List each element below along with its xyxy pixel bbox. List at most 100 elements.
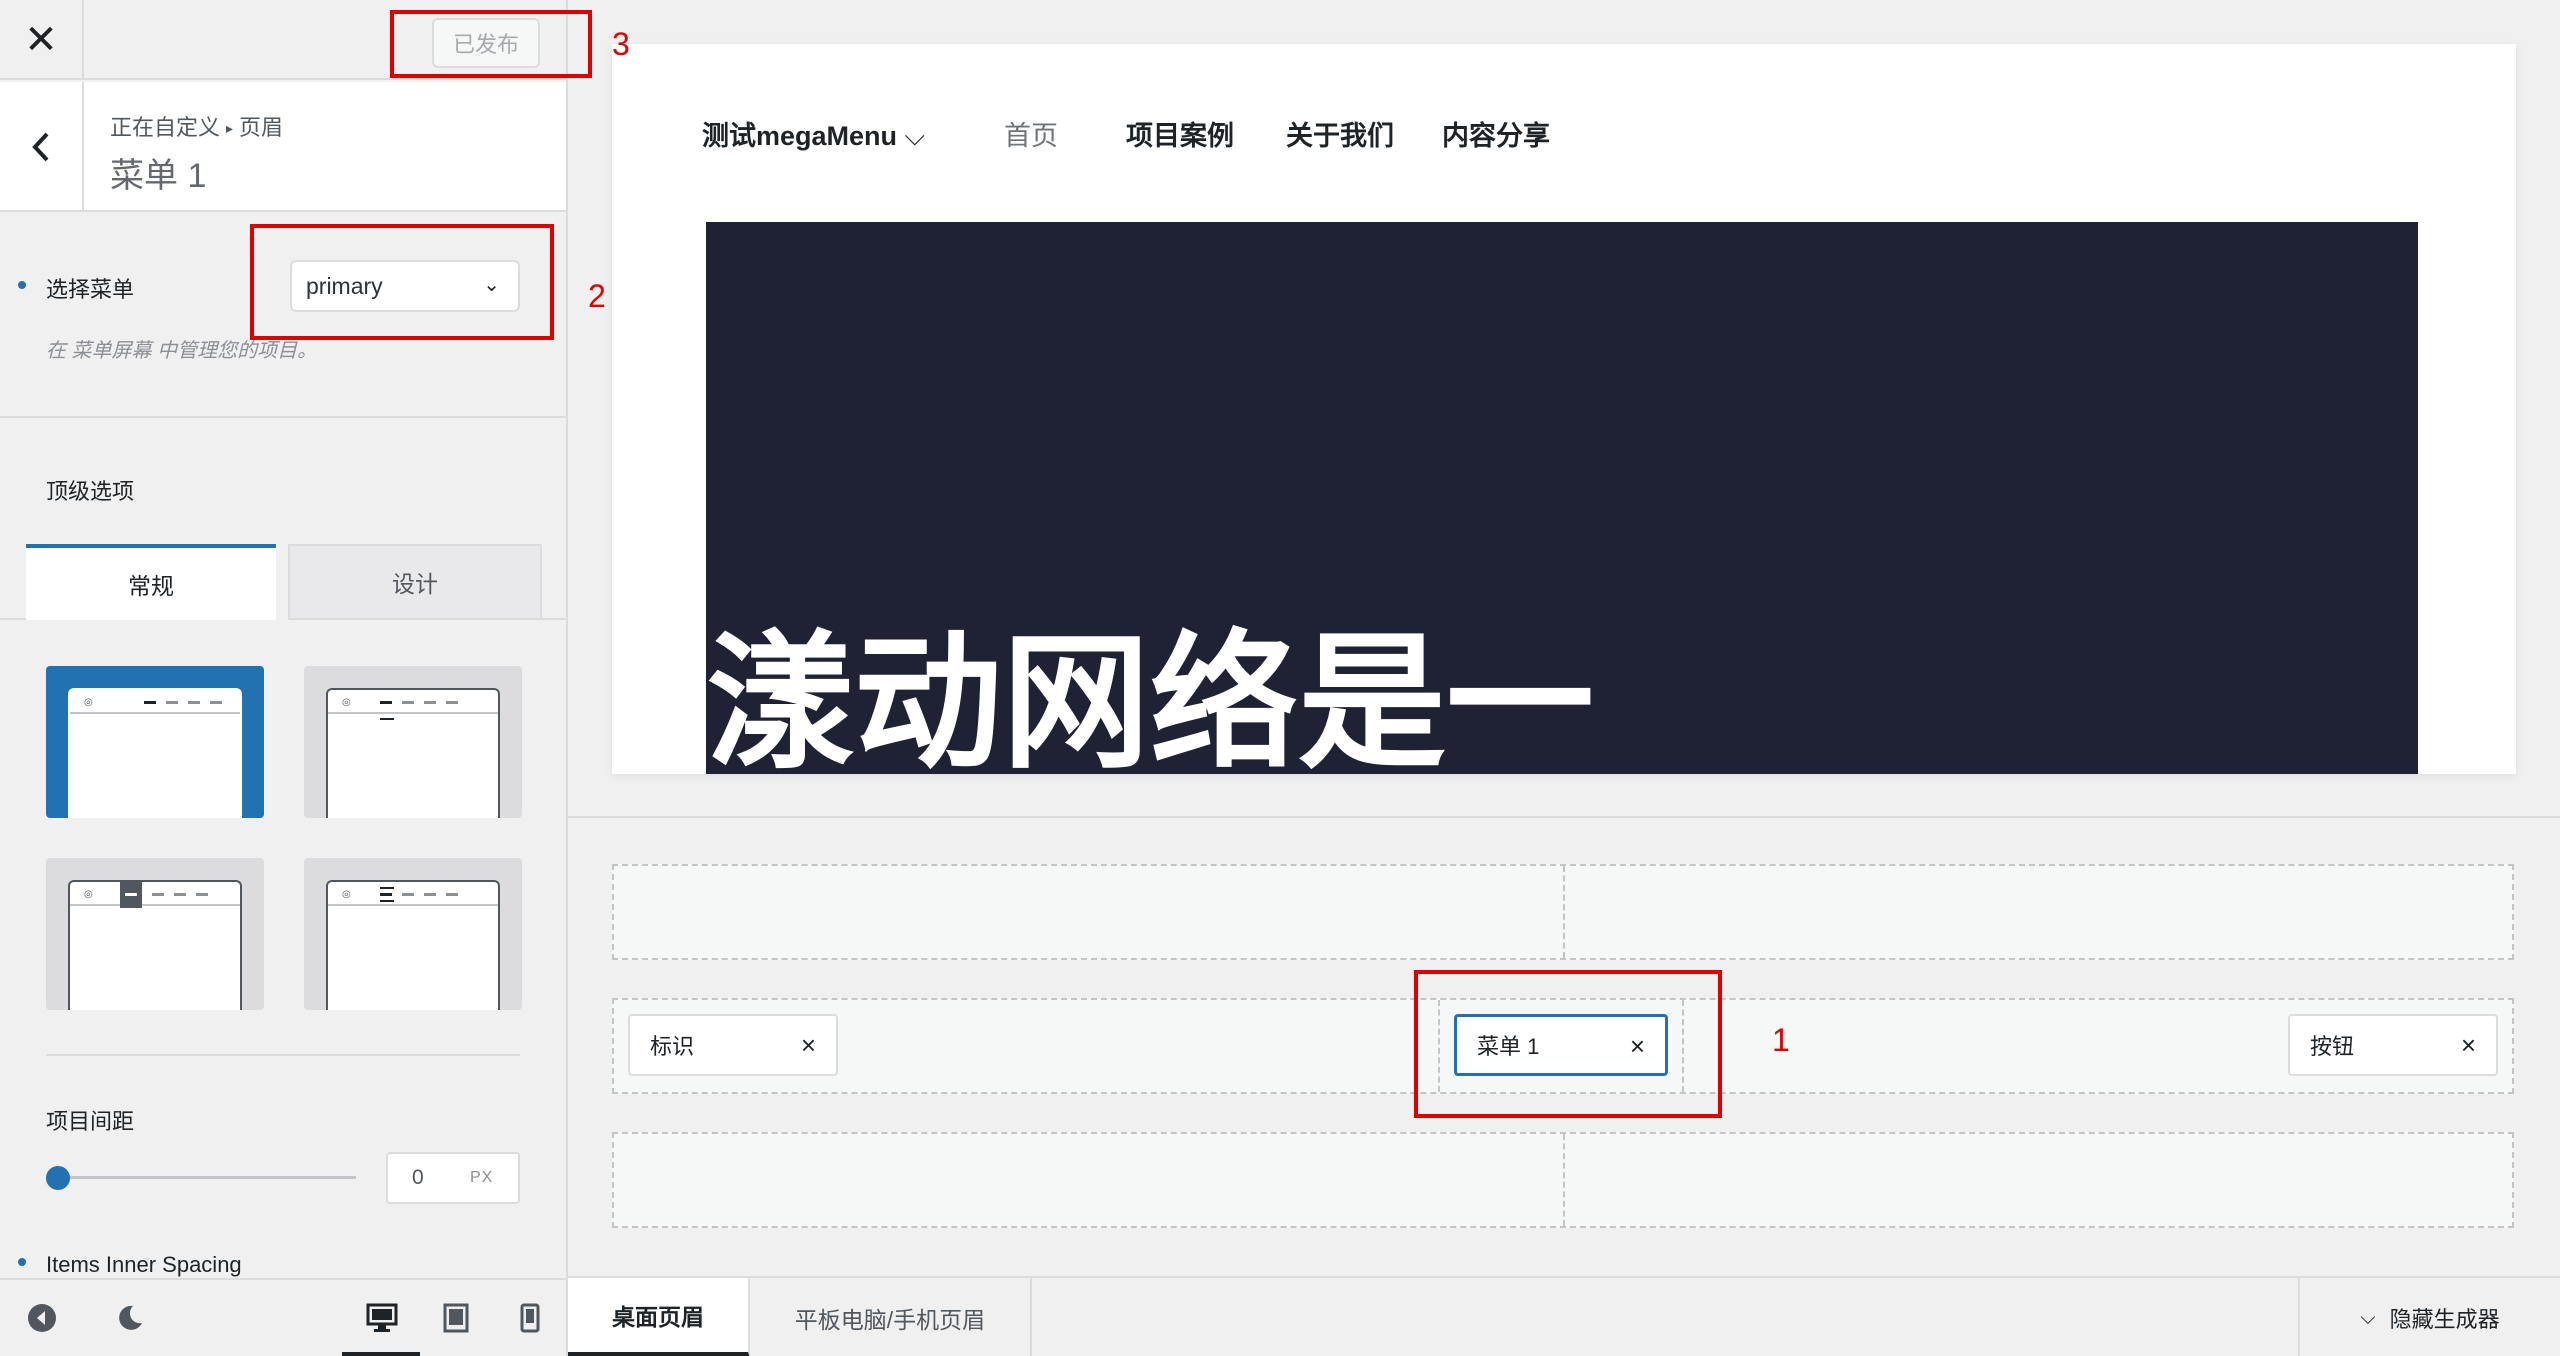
builder-item-label: 标识: [650, 1034, 695, 1059]
wordpress-icon: ◎: [342, 889, 351, 900]
preview-menu-mark: [446, 893, 458, 896]
dark-mode-button[interactable]: [110, 1298, 150, 1338]
tab-mobile-header[interactable]: 平板电脑/手机页眉: [750, 1278, 1032, 1356]
preview-menu-mark: [144, 701, 156, 704]
preview-menu-mark: [424, 893, 436, 896]
top-options-heading: 顶级选项: [46, 479, 135, 504]
preview-overline: [380, 887, 394, 889]
desktop-icon: [366, 1303, 398, 1332]
section-title: 菜单 1: [110, 157, 207, 195]
preview-menu-mark: [380, 893, 392, 896]
preview-menu-mark: [424, 701, 436, 704]
slider-thumb[interactable]: [46, 1166, 70, 1190]
builder-row-bottom[interactable]: [612, 1132, 2514, 1228]
back-button[interactable]: [0, 82, 84, 212]
layout-preview: ◎: [68, 688, 242, 818]
remove-icon[interactable]: ×: [801, 1030, 816, 1061]
close-customizer-button[interactable]: ✕: [0, 0, 84, 80]
builder-item-label: 按钮: [2310, 1034, 2355, 1059]
layout-option-fill[interactable]: ◎: [46, 858, 264, 1010]
preview-tablet-button[interactable]: [436, 1298, 476, 1338]
preview-underline: [380, 718, 394, 720]
preview-menu-mark: [196, 893, 208, 896]
annotation-box-3: [390, 10, 592, 78]
layout-preview: ◎: [326, 688, 500, 818]
close-icon: ✕: [24, 18, 58, 62]
tab-desktop-header[interactable]: 桌面页眉: [568, 1278, 750, 1356]
preview-desktop-button[interactable]: [362, 1298, 402, 1338]
hide-controls-button[interactable]: [22, 1298, 62, 1338]
divider: [542, 618, 566, 620]
preview-page: 测试megaMenu ⌵ 首页 项目案例 关于我们 内容分享 漾动网络是一: [612, 44, 2516, 774]
wordpress-icon: ◎: [84, 889, 93, 900]
builder-footer: 桌面页眉 平板电脑/手机页眉 ⌵ 隐藏生成器: [568, 1276, 2560, 1356]
divider: [0, 618, 26, 620]
hide-builder-label: 隐藏生成器: [2389, 1307, 2500, 1332]
builder-item-button[interactable]: 按钮 ×: [2288, 1014, 2498, 1076]
item-spacing-input[interactable]: 0 PX: [386, 1152, 520, 1204]
layout-preview: ◎: [326, 880, 500, 1010]
item-spacing-slider[interactable]: [46, 1166, 366, 1190]
customizer-sidebar: ✕ 已发布 正在自定义 ▸ 页眉 菜单 1 选择菜单 primary ⌄ 在 菜单屏…: [0, 0, 568, 1356]
annotation-label-2: 2: [588, 278, 606, 314]
field-indicator-dot: [18, 1258, 26, 1266]
chevron-down-icon: ⌵: [904, 121, 926, 151]
layout-option-underline[interactable]: ◎: [304, 666, 522, 818]
preview-menu-mark: [446, 701, 458, 704]
preview-menu-mark: [380, 701, 392, 704]
builder-row-top[interactable]: [612, 864, 2514, 960]
item-spacing-label: 项目间距: [46, 1109, 135, 1134]
preview-menu-mark: [402, 701, 414, 704]
preview-menu-mark: [152, 893, 164, 896]
moon-icon: [119, 1305, 142, 1330]
nav-item-megamenu[interactable]: 测试megaMenu ⌵: [702, 114, 925, 153]
nav-item-home[interactable]: 首页: [1004, 114, 1058, 153]
preview-menu-mark: [210, 701, 222, 704]
builder-item-logo[interactable]: 标识 ×: [628, 1014, 838, 1076]
preview-menu-mark: [402, 893, 414, 896]
hero-heading: 漾动网络是一: [706, 621, 1594, 775]
remove-icon[interactable]: ×: [2461, 1030, 2476, 1061]
chevron-left-icon: [32, 132, 49, 162]
annotation-box-1: [1414, 970, 1722, 1118]
preview-menu-mark: [125, 893, 137, 896]
item-spacing-value: 0: [412, 1166, 424, 1189]
layout-option-lines[interactable]: ◎: [304, 858, 522, 1010]
wordpress-icon: ◎: [84, 697, 93, 708]
preview-underline: [380, 900, 394, 902]
tab-design[interactable]: 设计: [288, 544, 542, 620]
collapse-icon: [28, 1304, 56, 1332]
option-tabs: 常规 设计: [26, 544, 542, 620]
hide-builder-button[interactable]: ⌵ 隐藏生成器: [2298, 1278, 2560, 1356]
chevron-down-icon: ⌵: [2360, 1306, 2376, 1329]
item-spacing-unit: PX: [470, 1169, 494, 1186]
wordpress-icon: ◎: [342, 697, 351, 708]
tab-general[interactable]: 常规: [26, 544, 276, 620]
breadcrumb: 正在自定义 ▸ 页眉: [110, 110, 283, 142]
tablet-icon: [443, 1303, 469, 1333]
select-menu-label: 选择菜单: [46, 277, 135, 302]
primary-nav: 测试megaMenu ⌵ 首页 项目案例 关于我们 内容分享: [612, 114, 2516, 174]
preview-menu-mark: [188, 701, 200, 704]
slider-track: [56, 1176, 356, 1179]
nav-item-about[interactable]: 关于我们: [1286, 114, 1394, 153]
site-preview: 测试megaMenu ⌵ 首页 项目案例 关于我们 内容分享 漾动网络是一: [568, 0, 2560, 818]
active-device-indicator: [342, 1352, 420, 1356]
preview-menu-mark: [174, 893, 186, 896]
mobile-icon: [520, 1303, 540, 1333]
preview-mobile-button[interactable]: [510, 1298, 550, 1338]
row-divider: [1563, 866, 1565, 958]
breadcrumb-parent: 页眉: [239, 115, 284, 140]
row-divider: [1563, 1134, 1565, 1226]
nav-item-cases[interactable]: 项目案例: [1126, 114, 1234, 153]
annotation-label-3: 3: [612, 26, 630, 62]
nav-item-share[interactable]: 内容分享: [1442, 114, 1550, 153]
nav-item-label: 测试megaMenu: [702, 121, 898, 151]
divider: [0, 416, 566, 418]
annotation-box-2: [250, 224, 554, 340]
section-header: 正在自定义 ▸ 页眉 菜单 1: [0, 82, 566, 212]
layout-option-default[interactable]: ◎: [46, 666, 264, 818]
breadcrumb-root: 正在自定义: [110, 115, 221, 140]
layout-preview: ◎: [68, 880, 242, 1010]
sidebar-footer: [0, 1278, 566, 1356]
